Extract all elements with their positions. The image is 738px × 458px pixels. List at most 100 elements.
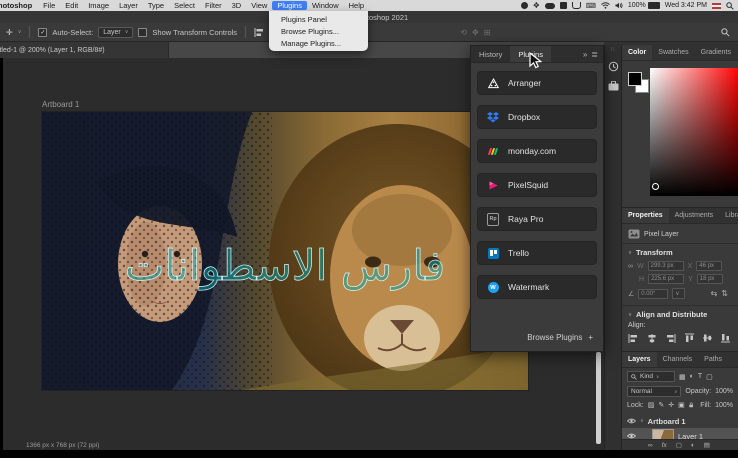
menu-edit[interactable]: Edit [60,1,83,10]
creative-cloud-icon[interactable]: ❖ [533,2,540,9]
menu-help[interactable]: Help [344,1,369,10]
keyboard-icon[interactable]: ⌨ [586,2,596,10]
auto-select-dropdown[interactable]: Layer ∨ [98,27,133,38]
status-square-icon[interactable] [560,2,567,9]
spotlight-icon[interactable] [726,2,734,10]
y-field[interactable]: 18 px [697,274,723,284]
volume-icon[interactable] [615,2,623,9]
tab-color[interactable]: Color [622,45,652,60]
new-group-icon[interactable]: ▤ [704,441,710,449]
filter-adjustment-icon[interactable]: ◐ [690,373,694,380]
layer-mask-icon[interactable]: ▢ [676,441,682,449]
plugin-dropbox[interactable]: Dropbox [478,106,596,128]
layer-row-artboard[interactable]: ∨ Artboard 1 [622,414,738,428]
plugin-rayapro[interactable]: Rp Raya Pro [478,208,596,230]
tab-swatches[interactable]: Swatches [652,45,694,60]
flip-vertical-icon[interactable]: ⇅ [721,289,728,298]
menu-window[interactable]: Window [307,1,344,10]
chevron-down-icon[interactable]: ∨ [640,418,644,424]
menu-item-plugins-panel[interactable]: Plugins Panel [269,13,368,25]
align-section-header[interactable]: ∨ Align and Distribute [622,310,738,319]
plugin-monday[interactable]: monday.com [478,140,596,162]
menubar-clock[interactable]: Wed 3:42 PM [665,2,707,9]
angle-dropdown[interactable]: ∨ [672,288,685,299]
move-tool-icon[interactable]: ✛ [6,28,13,37]
align-vertical-centers-icon[interactable] [703,333,712,343]
height-field[interactable]: 225.6 px [648,274,684,284]
search-icon[interactable] [721,28,730,37]
tab-adjustments[interactable]: Adjustments [669,208,720,223]
foreground-color-swatch[interactable] [628,72,642,86]
menu-view[interactable]: View [246,1,272,10]
auto-select-checkbox[interactable]: ✓ [38,28,47,37]
3d-rotate-icon[interactable]: ⟲ [460,28,467,37]
visibility-eye-icon[interactable] [627,418,636,424]
tab-properties[interactable]: Properties [622,208,669,223]
battery-indicator[interactable]: 100% [628,2,660,9]
lock-paint-icon[interactable]: ✎ [658,401,664,409]
link-dimensions-icon[interactable]: ∞ [628,263,633,270]
lock-position-icon[interactable]: ✛ [668,401,674,409]
status-u-icon[interactable] [572,2,581,9]
menu-file[interactable]: File [38,1,60,10]
browse-plugins-link[interactable]: Browse Plugins + [527,333,593,342]
align-bottom-edges-icon[interactable] [721,333,730,343]
document-tab[interactable]: Untitled-1 @ 200% (Layer 1, RGB/8#) [0,42,169,58]
show-transform-checkbox[interactable] [138,28,147,37]
menu-item-browse-plugins[interactable]: Browse Plugins... [269,25,368,37]
flip-horizontal-icon[interactable]: ⇆ [711,289,718,298]
plugin-trello[interactable]: Trello [478,242,596,264]
blend-mode-dropdown[interactable]: Normal ∨ [627,386,681,397]
plugin-arranger[interactable]: Arranger [478,72,596,94]
collapsed-libraries-icon[interactable] [606,79,620,93]
dock-handle[interactable]: ∷ [611,46,616,53]
status-pill-icon[interactable] [545,3,555,9]
tab-history[interactable]: History [471,46,510,62]
panel-menu-icon[interactable]: ≣ [591,50,598,59]
lock-all-icon[interactable] [689,401,693,409]
transform-section-header[interactable]: ∨ Transform [622,248,738,257]
plugin-watermark[interactable]: w Watermark [478,276,596,298]
align-horizontal-centers-icon[interactable] [647,334,657,343]
menu-plugins[interactable]: Plugins [272,1,307,10]
color-picker-field[interactable] [650,68,738,196]
tab-layers[interactable]: Layers [622,352,657,367]
filter-pixel-icon[interactable]: ▦ [679,373,686,381]
align-left-edges-icon[interactable] [628,334,638,343]
align-top-edges-icon[interactable] [685,333,694,343]
3d-scale-icon[interactable]: ⊞ [484,28,491,37]
tab-gradients[interactable]: Gradients [695,45,737,60]
app-menu-label[interactable]: Photoshop [0,1,38,10]
layer-filter-dropdown[interactable]: Kind ∨ [627,371,675,382]
menu-select[interactable]: Select [169,1,200,10]
x-field[interactable]: 46 px [696,261,722,271]
3d-move-icon[interactable]: ✥ [472,28,479,37]
status-app-icon[interactable] [521,2,528,9]
artboard-label[interactable]: Artboard 1 [42,100,79,109]
opacity-value[interactable]: 100% [715,388,733,395]
menu-filter[interactable]: Filter [200,1,227,10]
link-layers-icon[interactable]: ∞ [648,442,653,449]
collapse-panel-icon[interactable]: » [583,50,587,59]
menu-layer[interactable]: Layer [114,1,143,10]
wifi-icon[interactable] [601,2,610,9]
fill-value[interactable]: 100% [715,402,733,409]
tab-channels[interactable]: Channels [657,352,699,367]
menu-type[interactable]: Type [143,1,169,10]
menu-image[interactable]: Image [83,1,114,10]
align-left-edges-icon[interactable] [254,28,264,37]
plugin-pixelsquid[interactable]: PixelSquid [478,174,596,196]
collapsed-history-icon[interactable] [606,59,620,73]
filter-shape-icon[interactable]: ▢ [706,373,713,381]
canvas-vertical-scrollbar[interactable] [596,352,601,444]
input-language-flag-icon[interactable] [712,3,721,9]
align-right-edges-icon[interactable] [666,334,676,343]
tab-libraries[interactable]: Libraries [719,208,738,223]
canvas-image[interactable]: فارس الاسطوانات [42,112,528,390]
tab-paths[interactable]: Paths [698,352,728,367]
adjustment-layer-icon[interactable]: ◐ [691,442,695,449]
layer-effects-icon[interactable]: fx [662,442,667,449]
lock-artboard-icon[interactable]: ▣ [678,401,685,409]
menu-3d[interactable]: 3D [227,1,247,10]
tool-preset-chevron-icon[interactable]: ∨ [18,29,22,35]
